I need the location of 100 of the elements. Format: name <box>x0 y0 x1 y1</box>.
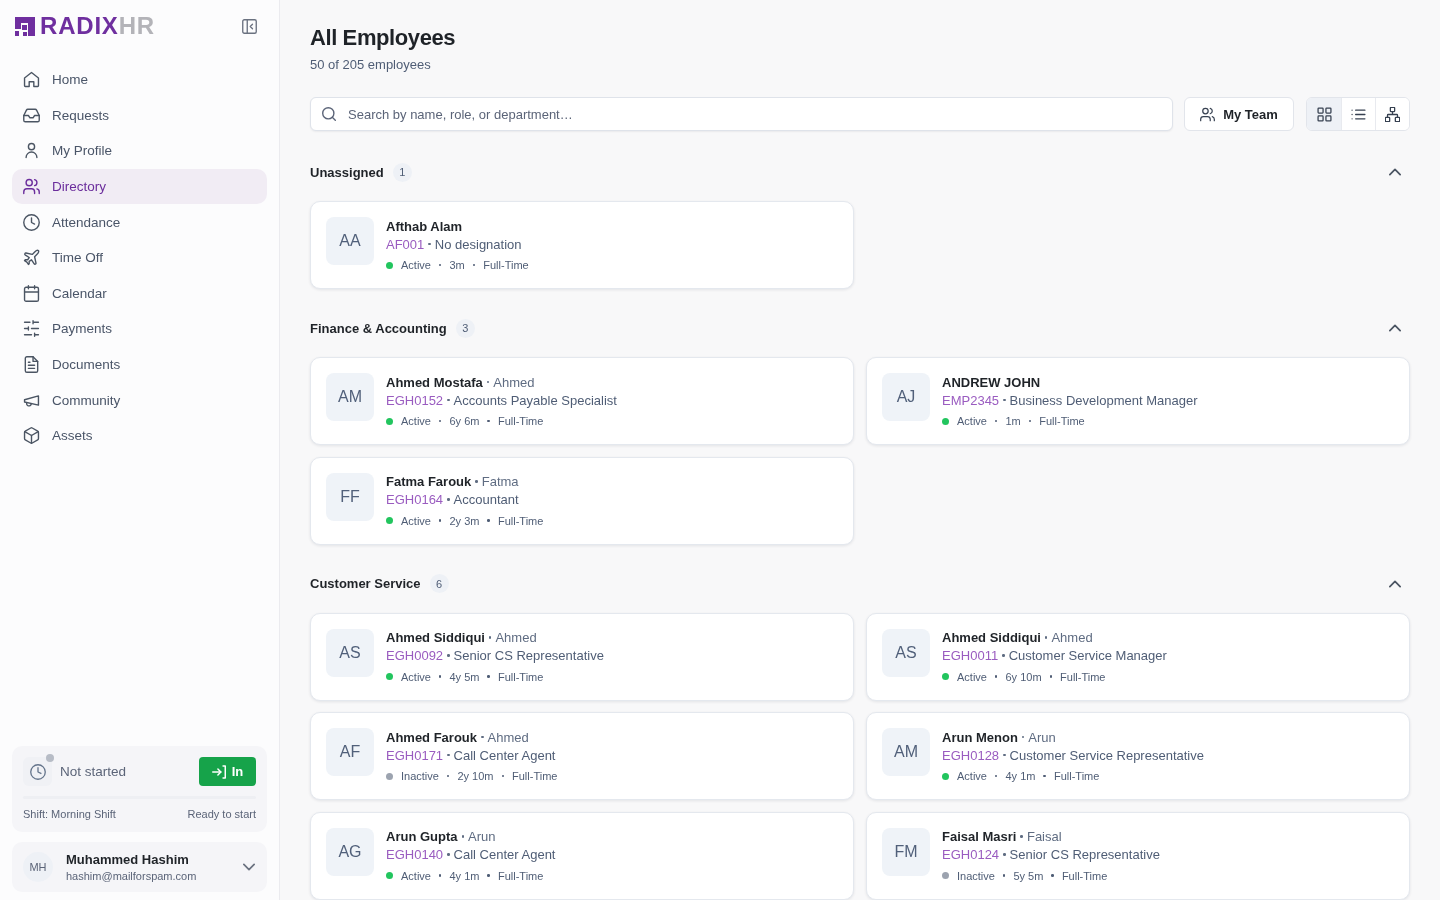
employee-status: Inactive <box>401 770 439 782</box>
member-count: 1 <box>392 162 412 182</box>
employment-type: Full-Time <box>512 770 558 782</box>
clock-status-text: Not started <box>60 764 128 779</box>
employee-tenure: 3m <box>449 259 465 271</box>
employee-card[interactable]: AS Ahmed Siddiqui Ahmed EGH0092 Senior CS Representative Active 4y 5m Full-Time <box>310 612 854 701</box>
user-card[interactable]: MH Muhammed Hashim hashim@mailforspam.com <box>12 842 267 892</box>
document-icon <box>23 356 40 374</box>
employee-tenure: 6y 6m <box>449 415 480 427</box>
users-icon <box>1200 106 1216 122</box>
employment-type: Full-Time <box>1053 770 1100 782</box>
member-count: 6 <box>429 574 449 593</box>
nav-item[interactable]: Time Off <box>12 239 267 276</box>
employee-name: Afthab Alam <box>386 218 463 234</box>
inbox-icon <box>23 106 40 124</box>
my-team-button[interactable]: My Team <box>1184 97 1294 131</box>
employment-type: Full-Time <box>1061 869 1108 882</box>
employee-status: Active <box>957 770 987 782</box>
org-chart-view-button[interactable] <box>1375 98 1409 130</box>
employee-designation: No designation <box>434 236 522 252</box>
employee-id: EGH0092 <box>386 648 444 663</box>
employee-card[interactable]: AJ ANDREW JOHN EMP2345 Business Development Manager Active 1m Full-Time <box>866 357 1410 445</box>
shift-label: Shift: Morning Shift <box>23 807 116 821</box>
chevron-down-icon <box>243 861 255 873</box>
user-icon <box>23 142 40 160</box>
nav-item[interactable]: Directory <box>12 168 267 205</box>
employee-designation: Customer Service Representative <box>1009 747 1204 763</box>
employee-designation: Customer Service Manager <box>1008 648 1167 663</box>
employee-designation: Call Center Agent <box>453 747 556 763</box>
group-title: Customer Service <box>310 576 421 591</box>
search-field[interactable]: Search by name, role, or department… <box>310 97 1173 131</box>
initials-avatar: AF <box>326 728 374 776</box>
employee-designation: Senior CS Representative <box>1009 847 1160 862</box>
employee-card[interactable]: FF Fatma Farouk Fatma EGH0164 Accountant Active 2y 3m Full-Time <box>310 456 854 545</box>
panel-icon <box>242 18 257 34</box>
employee-tenure: 2y 3m <box>449 514 480 527</box>
employee-name: Arun Gupta <box>386 829 458 844</box>
users-icon <box>23 178 40 196</box>
chevron-up-icon <box>1389 322 1401 334</box>
shift-status-text: Ready to start <box>187 807 256 821</box>
employee-card[interactable]: AA Afthab Alam AF001 No designation Active 3m Full-Time <box>310 201 854 289</box>
nav-item[interactable]: Documents <box>12 346 267 383</box>
employee-card[interactable]: AS Ahmed Siddiqui Ahmed EGH0011 Customer Service Manager Active 6y 10m Full-Time <box>866 612 1410 701</box>
employee-name: Arun Menon <box>942 729 1018 745</box>
employee-designation: Accountant <box>453 492 519 507</box>
nav-item[interactable]: Community <box>12 382 267 418</box>
nav-item[interactable]: Home <box>12 62 267 98</box>
employment-type: Full-Time <box>497 670 544 683</box>
employee-nickname: Faisal <box>1026 829 1062 844</box>
grid-view-button[interactable] <box>1307 98 1341 130</box>
nav-item[interactable]: Attendance <box>12 204 267 240</box>
employee-designation: Senior CS Representative <box>453 648 604 663</box>
employee-id: EGH0140 <box>386 847 444 862</box>
nav-item[interactable]: Calendar <box>12 275 267 312</box>
employee-tenure: 4y 1m <box>1005 770 1036 782</box>
home-icon <box>23 71 40 89</box>
login-icon <box>211 764 226 779</box>
nav-item[interactable]: Payments <box>12 311 267 347</box>
employee-status: Active <box>401 869 431 882</box>
clock-icon <box>23 213 40 231</box>
employee-name: Ahmed Siddiqui <box>386 630 485 645</box>
employment-type: Full-Time <box>1039 415 1085 427</box>
employee-id: EGH0011 <box>942 648 999 663</box>
initials-avatar: AS <box>882 628 930 677</box>
employee-id: EMP2345 <box>942 392 1000 408</box>
member-count: 3 <box>455 318 475 338</box>
hierarchy-icon <box>1385 106 1400 122</box>
employee-status: Active <box>401 514 431 527</box>
employee-nickname: Ahmed <box>487 729 529 745</box>
employee-tenure: 1m <box>1005 415 1021 427</box>
plane-icon <box>23 249 40 267</box>
employee-designation: Call Center Agent <box>453 847 556 862</box>
initials-avatar: AJ <box>882 373 930 421</box>
employee-designation: Business Development Manager <box>1009 392 1198 408</box>
employee-tenure: 4y 5m <box>449 670 480 683</box>
search-icon <box>322 107 336 121</box>
employee-tenure: 6y 10m <box>1005 670 1042 683</box>
employee-status: Active <box>957 670 987 683</box>
page-title: All Employees <box>310 24 457 52</box>
employment-type: Full-Time <box>1060 670 1106 683</box>
nav-item[interactable]: Requests <box>12 97 267 134</box>
employee-id: EGH0152 <box>386 392 444 408</box>
initials-avatar: AG <box>326 827 374 876</box>
logo-icon <box>15 16 35 36</box>
employee-status: Active <box>401 670 431 683</box>
employee-nickname: Fatma <box>481 474 519 489</box>
employee-nickname: Arun <box>1028 729 1056 745</box>
employee-card[interactable]: AM Ahmed Mostafa Ahmed EGH0152 Accounts Payable Specialist Active 6y 6m Full-Time <box>310 357 854 445</box>
sidebar-toggle-button[interactable] <box>240 16 259 36</box>
employment-type: Full-Time <box>483 259 529 271</box>
employee-status: Inactive <box>957 869 995 882</box>
nav-item[interactable]: My Profile <box>12 133 267 169</box>
employee-card[interactable]: FM Faisal Masri Faisal EGH0124 Senior CS Representative Inactive 5y 5m Full-Time <box>866 811 1410 900</box>
employee-card[interactable]: AG Arun Gupta Arun EGH0140 Call Center Agent Active 4y 1m Full-Time <box>310 811 854 900</box>
nav-item[interactable]: Assets <box>12 417 267 454</box>
employee-id: EGH0171 <box>386 747 444 763</box>
employee-card[interactable]: AM Arun Menon Arun EGH0128 Customer Service Representative Active 4y 1m Full-Time <box>866 712 1410 800</box>
chevron-up-icon <box>1389 166 1401 178</box>
employee-card[interactable]: AF Ahmed Farouk Ahmed EGH0171 Call Center Agent Inactive 2y 10m Full-Time <box>310 712 854 800</box>
user-email: hashim@mailforspam.com <box>66 870 198 882</box>
